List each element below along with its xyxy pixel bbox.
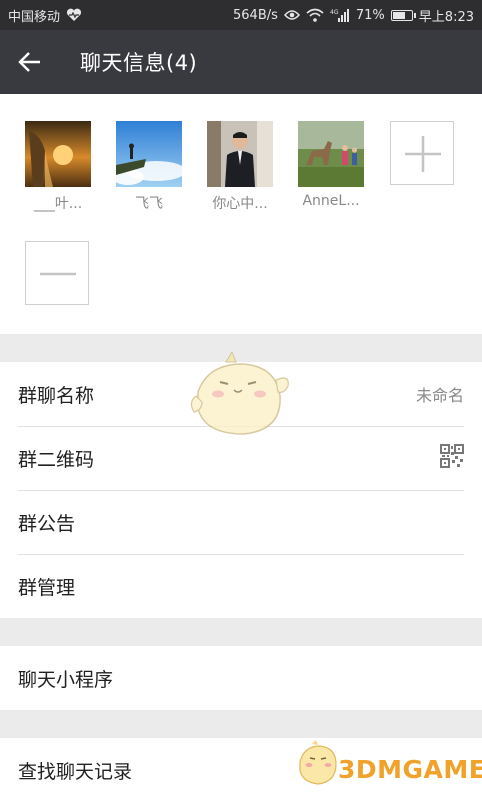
eye-icon (283, 9, 300, 21)
signal-icon: 4G (330, 8, 350, 22)
group-name-value: 未命名 (415, 386, 464, 405)
remove-member-button[interactable] (25, 241, 89, 305)
member-2[interactable]: 飞飞 (116, 121, 182, 213)
member-4[interactable]: AnneL... (298, 121, 364, 209)
announcement-row[interactable]: 群公告 (0, 490, 482, 554)
back-button[interactable] (0, 30, 60, 94)
avatar (25, 121, 91, 187)
clock: 早上8:23 (418, 9, 474, 25)
minus-icon (40, 272, 76, 276)
title-bar: 聊天信息(4) (0, 30, 482, 94)
battery-icon (390, 9, 416, 21)
mini-programs-section: 聊天小程序 (0, 646, 482, 710)
avatar (298, 121, 364, 187)
member-name: AnneL... (302, 193, 360, 209)
qr-code-icon (440, 443, 464, 473)
logo-mascot-icon (296, 740, 340, 788)
carrier-name: 中国移动 (8, 9, 61, 25)
watermark-logo: 3DMGAME (338, 755, 482, 784)
mini-programs-row[interactable]: 聊天小程序 (0, 646, 482, 710)
search-history-label: 查找聊天记录 (18, 760, 133, 783)
group-manage-label: 群管理 (18, 576, 76, 599)
back-arrow-icon (18, 52, 40, 72)
wifi-icon (306, 8, 324, 22)
member-name: ___叶... (33, 196, 83, 212)
mascot-watermark-icon (190, 350, 290, 442)
group-manage-row[interactable]: 群管理 (0, 554, 482, 618)
mini-programs-label: 聊天小程序 (18, 668, 114, 691)
add-member-button[interactable] (390, 121, 454, 185)
member-name: 飞飞 (135, 196, 163, 212)
status-bar: 中国移动 564B/s 4G 71% 早上8:23 (0, 0, 482, 30)
group-name-label: 群聊名称 (18, 384, 95, 407)
member-name: 你心中... (212, 196, 268, 212)
member-1[interactable]: ___叶... (25, 121, 91, 213)
network-type: 4G (330, 9, 339, 16)
qr-code-label: 群二维码 (18, 448, 95, 471)
plus-icon (405, 136, 441, 172)
network-speed: 564B/s (233, 7, 278, 23)
page-title: 聊天信息(4) (80, 51, 198, 75)
heart-pulse-icon (66, 8, 82, 22)
member-3[interactable]: 你心中... (207, 121, 273, 213)
battery-percent: 71% (355, 7, 385, 23)
members-panel: ___叶... 飞飞 你心中... AnneL... (0, 94, 482, 334)
avatar (116, 121, 182, 187)
avatar (207, 121, 273, 187)
announcement-label: 群公告 (18, 512, 76, 535)
